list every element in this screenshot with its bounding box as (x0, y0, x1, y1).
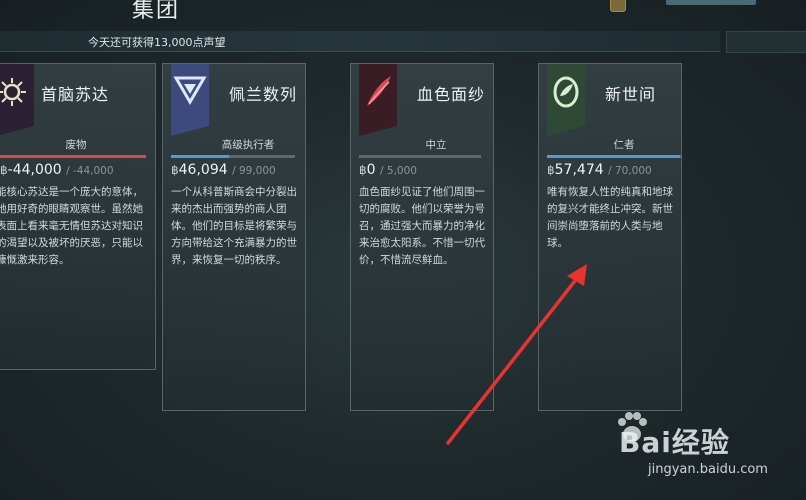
red-veil-emblem (359, 64, 397, 136)
suda-sun-icon (0, 78, 26, 106)
reputation-max: / -44,000 (66, 165, 114, 177)
reputation-value: 57,474 (554, 162, 604, 178)
reputation-max: / 5,000 (380, 165, 417, 177)
standing-symbol-icon: ฿ (359, 163, 367, 177)
new-loka-seed-icon (553, 76, 579, 108)
reputation-progress-fill (171, 155, 229, 158)
reputation-progress-bar (359, 155, 481, 158)
new-loka-emblem (547, 64, 585, 136)
faction-description: 能核心苏达是一个庞大的意体，她用好奇的眼睛观察世。虽然她表面上看来毫无情但苏达对… (0, 186, 143, 266)
reputation-line: ฿0 / 5,000 (359, 162, 417, 178)
perrin-emblem (171, 64, 209, 136)
currency-area (610, 0, 756, 12)
reputation-progress-bar (171, 155, 295, 158)
faction-card-new-loka[interactable]: 新世间 仁者 ฿57,474 / 70,000 唯有恢复人性的纯真和地球的复兴才… (538, 63, 682, 411)
faction-standing: 高级执行者 (221, 139, 275, 151)
standing-symbol-icon: ฿ (171, 163, 179, 177)
faction-name: 血色面纱 (417, 85, 486, 104)
reputation-progress-fill (0, 155, 146, 158)
faction-name: 佩兰数列 (229, 85, 298, 104)
faction-name: 新世间 (605, 85, 657, 104)
faction-description: 一个从科普斯商会中分裂出来的杰出而强势的商人团体。他们的目标是将繁荣与方向带给这… (171, 186, 297, 266)
suda-emblem (0, 64, 34, 136)
faction-standing: 仁者 (613, 139, 635, 151)
watermark-brand: Bai经验 (619, 426, 730, 459)
perrin-triangle-icon (173, 76, 207, 105)
standing-symbol-icon: ฿ (0, 163, 8, 177)
reputation-line: ฿57,474 / 70,000 (547, 162, 652, 178)
reputation-line: ฿-44,000 / -44,000 (0, 162, 114, 178)
reputation-progress-bar (0, 155, 146, 158)
standing-symbol-icon: ฿ (547, 163, 555, 177)
reputation-progress-fill (547, 155, 680, 158)
reputation-value: -44,000 (7, 162, 62, 178)
watermark-url: jingyan.baidu.com (648, 462, 768, 477)
faction-description: 血色面纱见证了他们周围一切的腐败。他们以荣誉为号召，通过强大而暴力的净化来治愈太… (359, 186, 485, 266)
reputation-line: ฿46,094 / 99,000 (171, 162, 276, 178)
reputation-value: 46,094 (178, 162, 228, 178)
red-veil-feather-icon (367, 76, 391, 106)
reputation-max: / 70,000 (608, 165, 652, 177)
faction-card-suda[interactable]: 首脑苏达 废物 ฿-44,000 / -44,000 能核心苏达是一个庞大的意体… (0, 63, 156, 370)
side-panel (726, 31, 806, 53)
page-title: 集团 (132, 0, 181, 23)
faction-name: 首脑苏达 (41, 85, 110, 104)
reputation-max: / 99,000 (232, 165, 276, 177)
faction-standing: 废物 (65, 139, 87, 151)
platinum-bar (666, 0, 756, 5)
daily-reputation-text: 今天还可获得13,000点声望 (88, 36, 226, 49)
faction-card-red-veil[interactable]: 血色面纱 中立 ฿0 / 5,000 血色面纱见证了他们周围一切的腐败。他们以荣… (350, 63, 494, 411)
daily-reputation-banner: 今天还可获得13,000点声望 (0, 31, 720, 52)
faction-card-perrin-sequence[interactable]: 佩兰数列 高级执行者 ฿46,094 / 99,000 一个从科普斯商会中分裂出… (162, 63, 306, 411)
faction-standing: 中立 (425, 139, 447, 151)
faction-description: 唯有恢复人性的纯真和地球的复兴才能终止冲突。新世间崇尚堕落前的人类与地球。 (547, 186, 673, 249)
credits-icon (610, 0, 626, 12)
top-bar: 集团 (0, 0, 806, 30)
reputation-progress-bar (547, 155, 682, 158)
reputation-value: 0 (366, 162, 376, 178)
